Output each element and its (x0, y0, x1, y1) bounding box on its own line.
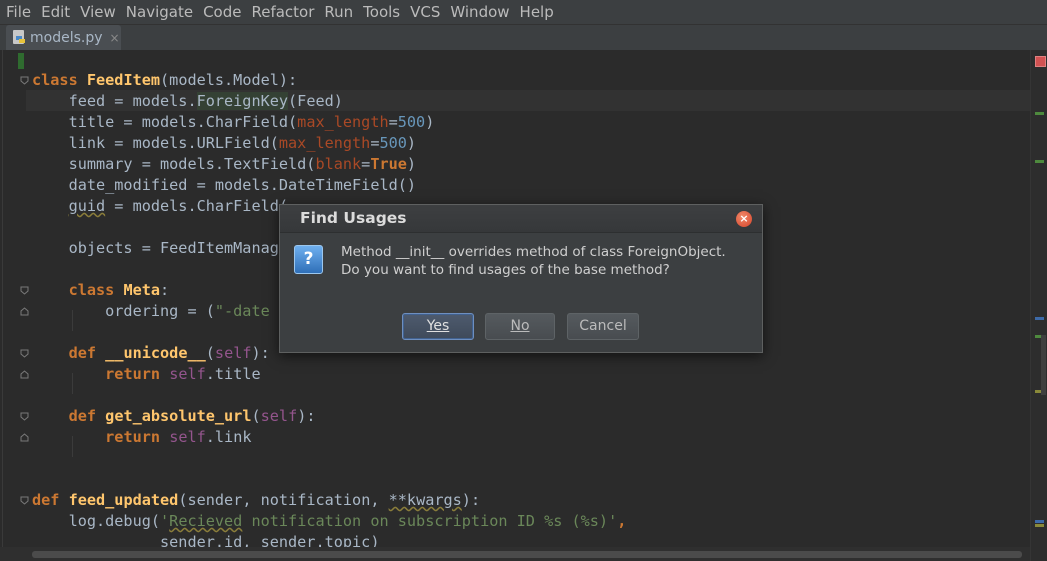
code-line: guid = models.CharField( (68, 197, 289, 215)
tab-close-icon[interactable]: × (110, 31, 120, 45)
menu-tools[interactable]: Tools (358, 0, 405, 24)
code-line: objects = FeedItemManager() (32, 239, 316, 257)
fold-open-icon[interactable] (20, 286, 29, 295)
horizontal-scroll-thumb[interactable] (32, 551, 1022, 558)
code-line: ordering = ("-date (32, 302, 270, 320)
find-usages-dialog: Find Usages × ? Method __init__ override… (279, 204, 763, 353)
stripe-marker[interactable] (1035, 112, 1044, 115)
dialog-close-icon[interactable]: × (736, 211, 752, 227)
code-line: date_modified = models.DateTimeField() (32, 176, 417, 194)
dialog-title: Find Usages (300, 209, 407, 227)
usage-highlight: ForeignKey (196, 92, 289, 110)
fold-open-icon[interactable] (20, 412, 29, 421)
code-line: return self.link (105, 428, 252, 446)
fold-open-icon[interactable] (20, 76, 29, 85)
tab-models-py[interactable]: models.py × (6, 25, 121, 50)
question-icon: ? (294, 245, 323, 274)
menu-navigate[interactable]: Navigate (121, 0, 198, 24)
tab-label: models.py (30, 29, 103, 46)
menu-help[interactable]: Help (515, 0, 559, 24)
code-line: log.debug('Recieved notification on subs… (32, 512, 627, 530)
code-line: sender.id, sender.topic) (32, 533, 380, 547)
cancel-button[interactable]: Cancel (567, 313, 639, 340)
stripe-marker[interactable] (1035, 317, 1044, 320)
python-file-icon (13, 30, 26, 45)
change-marker (18, 53, 24, 69)
dialog-message-line2: Do you want to find usages of the base m… (341, 262, 670, 278)
dialog-message-line1: Method __init__ overrides method of clas… (341, 244, 726, 260)
no-button[interactable]: No (485, 313, 555, 340)
fold-open-icon[interactable] (20, 349, 29, 358)
menu-bar: File Edit View Navigate Code Refactor Ru… (0, 0, 1047, 25)
code-line: def feed_updated(sender, notification, *… (32, 491, 481, 509)
gutter-divider (2, 50, 3, 547)
menu-view[interactable]: View (75, 0, 121, 24)
code-line: feed = models.ForeignKey(Feed) (32, 92, 343, 110)
code-line: link = models.URLField(max_length=500) (32, 134, 417, 152)
code-line: class Meta: (68, 281, 170, 299)
dialog-title-bar[interactable]: Find Usages × (280, 205, 762, 233)
fold-open-icon[interactable] (20, 496, 29, 505)
editor-tab-bar: models.py × (0, 25, 1047, 51)
yes-button[interactable]: Yes (402, 313, 474, 340)
code-line: def get_absolute_url(self): (68, 407, 316, 425)
code-line: def __unicode__(self): (68, 344, 270, 362)
stripe-marker[interactable] (1035, 520, 1044, 523)
error-stripe[interactable] (1030, 50, 1047, 561)
menu-run[interactable]: Run (319, 0, 358, 24)
code-line: return self.title (105, 365, 261, 383)
menu-window[interactable]: Window (445, 0, 514, 24)
fold-close-icon[interactable] (20, 307, 29, 316)
fold-close-icon[interactable] (20, 370, 29, 379)
error-indicator-icon[interactable] (1035, 56, 1046, 67)
stripe-marker[interactable] (1035, 524, 1044, 527)
fold-close-icon[interactable] (20, 433, 29, 442)
code-line: class FeedItem(models.Model): (32, 71, 298, 89)
menu-file[interactable]: File (0, 0, 36, 24)
menu-edit[interactable]: Edit (36, 0, 75, 24)
horizontal-scrollbar[interactable] (0, 547, 1030, 561)
vertical-scroll-thumb[interactable] (1041, 335, 1046, 395)
code-line: summary = models.TextField(blank=True) (32, 155, 417, 173)
code-line: title = models.CharField(max_length=500) (32, 113, 435, 131)
menu-vcs[interactable]: VCS (405, 0, 445, 24)
menu-refactor[interactable]: Refactor (246, 0, 319, 24)
menu-code[interactable]: Code (198, 0, 246, 24)
stripe-marker[interactable] (1035, 160, 1044, 163)
